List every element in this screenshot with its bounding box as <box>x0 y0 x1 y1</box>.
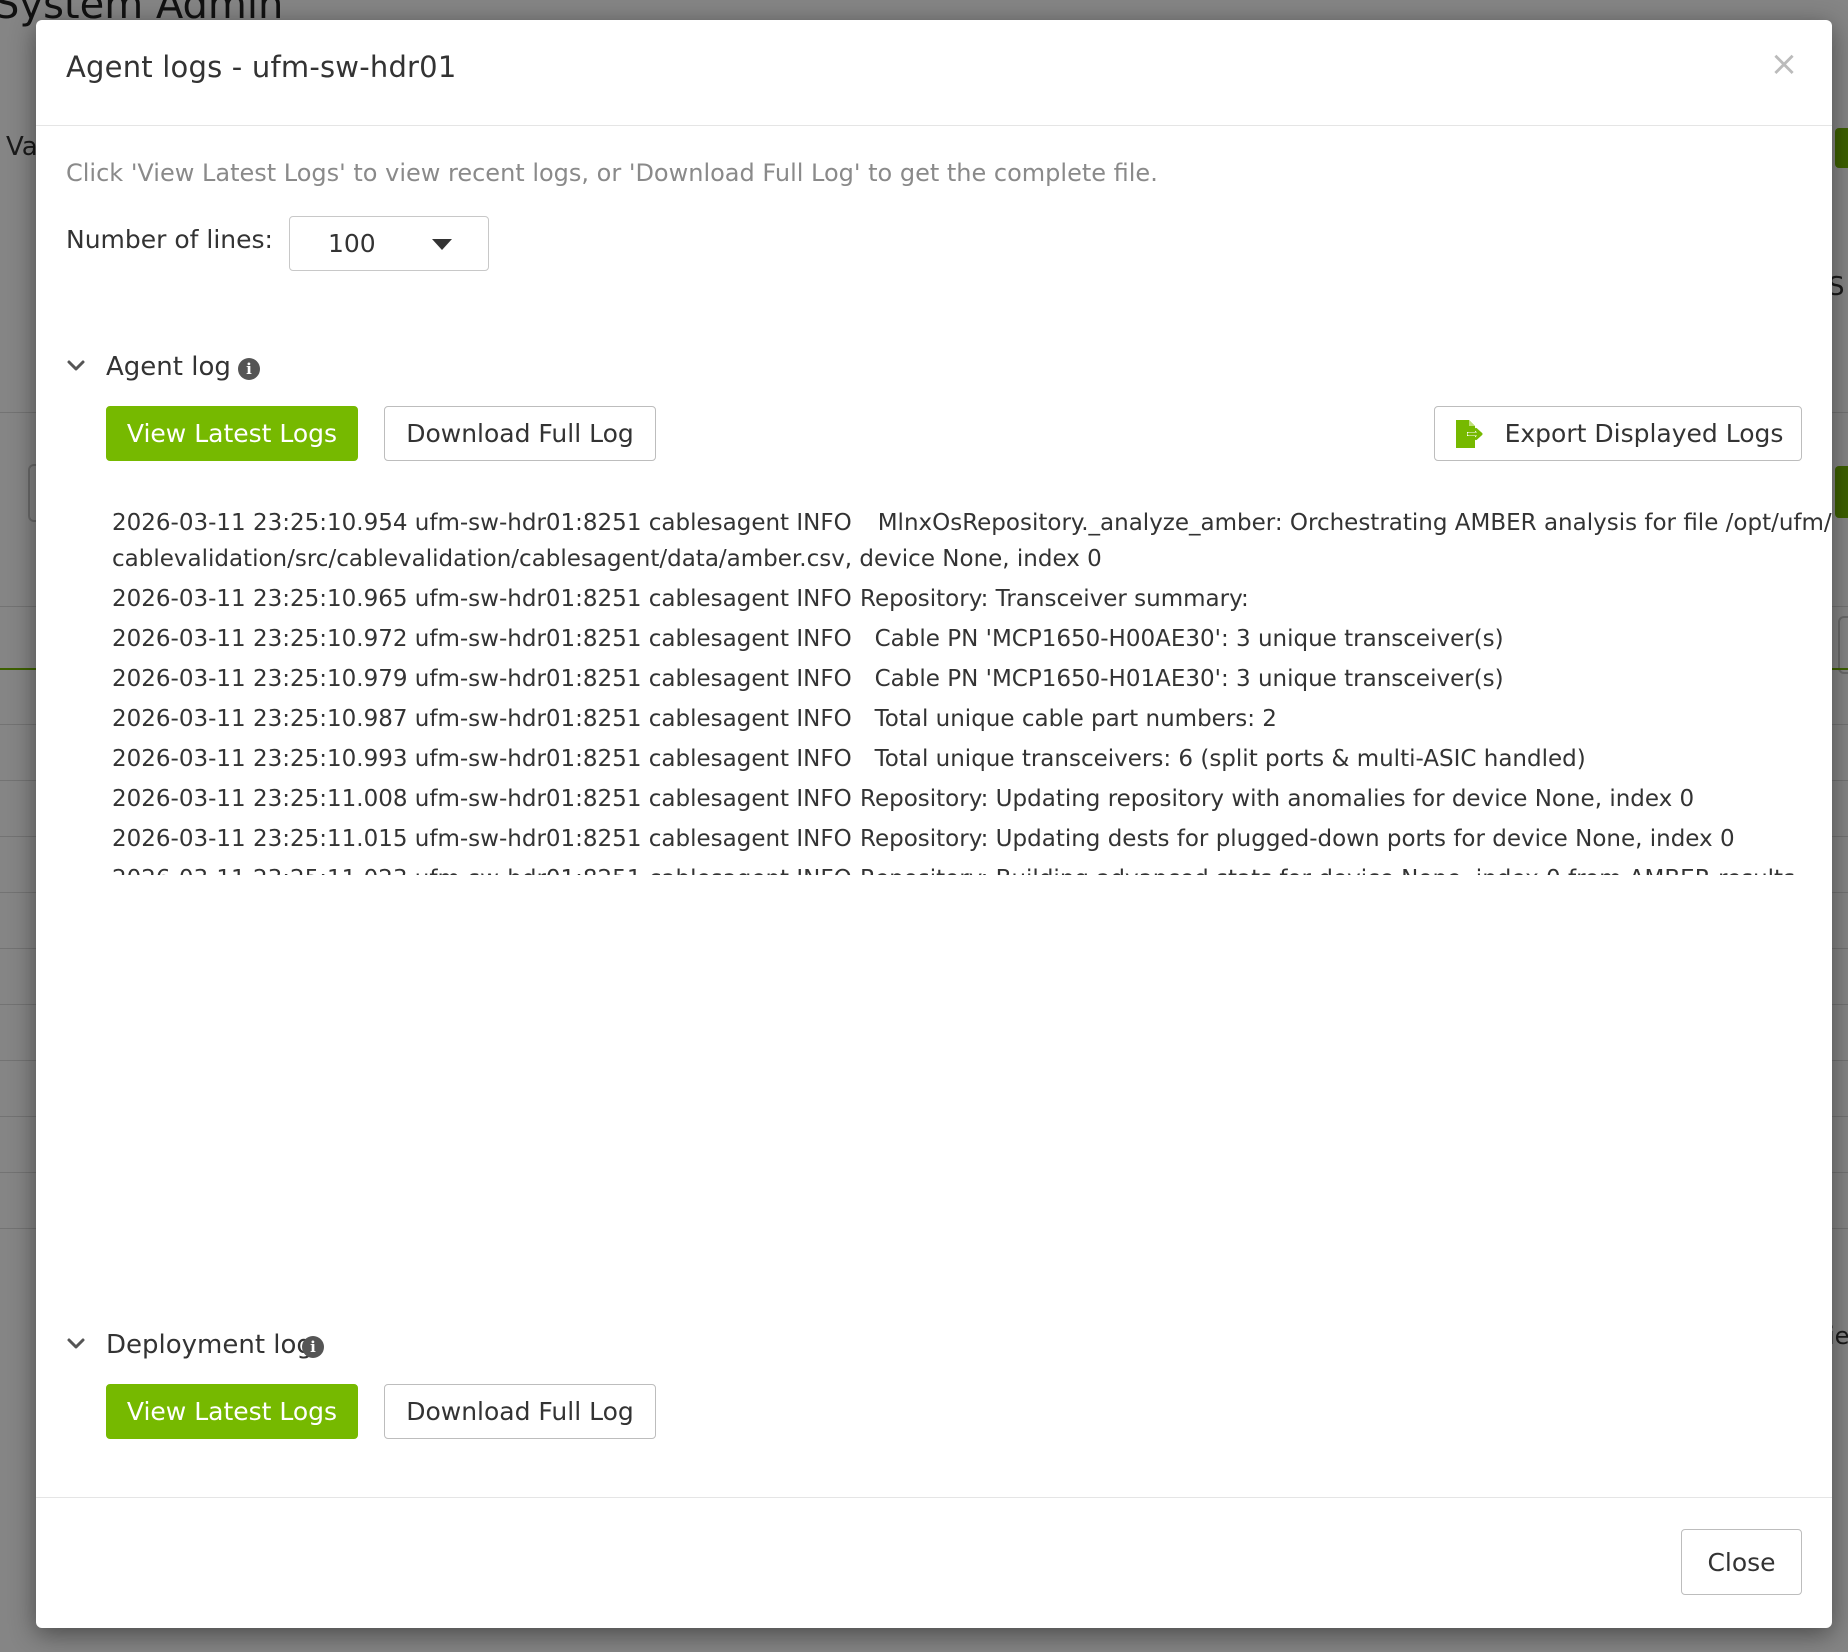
log-line-message: Cable PN 'MCP1650-H00AE30': 3 unique tra… <box>860 626 1504 652</box>
log-line: 2026-03-11 23:25:10.965 ufm-sw-hdr01:825… <box>112 581 1842 621</box>
log-line-prefix: 2026-03-11 23:25:10.987 ufm-sw-hdr01:825… <box>112 706 852 732</box>
caret-down-icon <box>432 239 452 250</box>
log-line-prefix: 2026-03-11 23:25:11.023 ufm-sw-hdr01:825… <box>112 861 860 875</box>
deployment-download-full-log-button[interactable]: Download Full Log <box>384 1384 656 1439</box>
log-line-message: Repository: Building advanced stats for … <box>860 861 1842 875</box>
log-line-prefix: 2026-03-11 23:25:10.979 ufm-sw-hdr01:825… <box>112 666 852 692</box>
log-line-message: Cable PN 'MCP1650-H01AE30': 3 unique tra… <box>860 666 1504 692</box>
log-line: 2026-03-11 23:25:11.008 ufm-sw-hdr01:825… <box>112 781 1842 821</box>
log-line: 2026-03-11 23:25:10.987 ufm-sw-hdr01:825… <box>112 701 1842 741</box>
deployment-log-toggle[interactable]: Deployment log i <box>66 1330 356 1366</box>
agent-log-toggle[interactable]: Agent log i <box>66 352 306 388</box>
modal-body: Click 'View Latest Logs' to view recent … <box>36 127 1832 1497</box>
deployment-log-title: Deployment log <box>106 1330 313 1360</box>
log-line-prefix: 2026-03-11 23:25:10.965 ufm-sw-hdr01:825… <box>112 586 852 612</box>
modal-footer: Close <box>36 1497 1832 1628</box>
log-line-message: Repository: Updating dests for plugged-d… <box>860 826 1735 852</box>
log-line-prefix: 2026-03-11 23:25:11.008 ufm-sw-hdr01:825… <box>112 786 852 812</box>
close-icon[interactable]: × <box>1766 46 1802 82</box>
export-displayed-logs-label: Export Displayed Logs <box>1504 419 1784 448</box>
log-line-prefix: 2026-03-11 23:25:11.015 ufm-sw-hdr01:825… <box>112 826 852 852</box>
info-icon[interactable]: i <box>302 1336 324 1358</box>
log-line: 2026-03-11 23:25:10.954 ufm-sw-hdr01:825… <box>112 505 1842 581</box>
log-line-message: Total unique transceivers: 6 (split port… <box>860 746 1586 772</box>
log-line-prefix: 2026-03-11 23:25:10.972 ufm-sw-hdr01:825… <box>112 626 852 652</box>
log-line-prefix: 2026-03-11 23:25:10.954 ufm-sw-hdr01:825… <box>112 510 852 536</box>
modal-header: Agent logs - ufm-sw-hdr01 × <box>36 20 1832 126</box>
agent-logs-modal: Agent logs - ufm-sw-hdr01 × Click 'View … <box>36 20 1832 1628</box>
agent-download-full-log-button[interactable]: Download Full Log <box>384 406 656 461</box>
log-line: 2026-03-11 23:25:10.979 ufm-sw-hdr01:825… <box>112 661 1842 701</box>
lines-count-value: 100 <box>328 229 376 258</box>
hint-text: Click 'View Latest Logs' to view recent … <box>66 159 1158 187</box>
log-line: 2026-03-11 23:25:11.015 ufm-sw-hdr01:825… <box>112 821 1842 861</box>
log-line-message: Total unique cable part numbers: 2 <box>860 706 1277 732</box>
modal-title: Agent logs - ufm-sw-hdr01 <box>66 50 457 84</box>
log-line-message: Repository: Transceiver summary: <box>860 586 1249 612</box>
deployment-view-latest-logs-button[interactable]: View Latest Logs <box>106 1384 358 1439</box>
chevron-down-icon <box>67 360 85 371</box>
log-line-prefix: 2026-03-11 23:25:10.993 ufm-sw-hdr01:825… <box>112 746 852 772</box>
info-icon[interactable]: i <box>238 358 260 380</box>
log-line: 2026-03-11 23:25:10.972 ufm-sw-hdr01:825… <box>112 621 1842 661</box>
lines-count-select[interactable]: 100 <box>289 216 489 271</box>
file-export-icon <box>1455 419 1483 448</box>
agent-view-latest-logs-button[interactable]: View Latest Logs <box>106 406 358 461</box>
chevron-down-icon <box>67 1338 85 1349</box>
log-line-message: Repository: Updating repository with ano… <box>860 786 1695 812</box>
log-line: 2026-03-11 23:25:11.023 ufm-sw-hdr01:825… <box>112 861 1842 875</box>
lines-label: Number of lines: <box>66 225 273 254</box>
agent-log-output[interactable]: 2026-03-11 23:25:10.954 ufm-sw-hdr01:825… <box>112 505 1842 875</box>
agent-log-title: Agent log <box>106 352 231 382</box>
close-button[interactable]: Close <box>1681 1529 1802 1595</box>
log-line: 2026-03-11 23:25:10.993 ufm-sw-hdr01:825… <box>112 741 1842 781</box>
export-displayed-logs-button[interactable]: Export Displayed Logs <box>1434 406 1802 461</box>
